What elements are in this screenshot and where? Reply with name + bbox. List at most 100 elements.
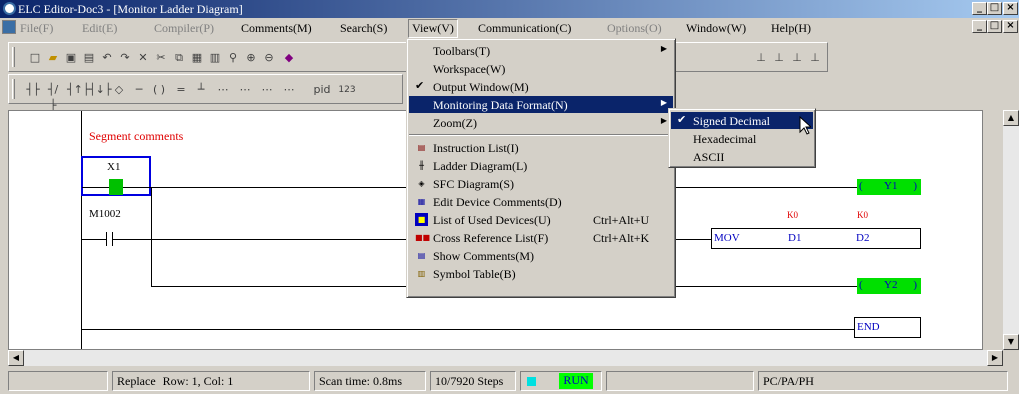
toolbar-grip[interactable] [12,47,15,67]
menu-item-cross-reference-list[interactable]: ■■ Cross Reference List(F) Ctrl+Alt+K [409,229,673,246]
menu-item-signed-decimal[interactable]: ✔ Signed Decimal [671,112,813,129]
scroll-left-icon[interactable]: ◀ [8,350,24,366]
coil-y2-close: ) [913,279,917,291]
f1-contact-icon[interactable]: ┤├ [25,82,41,98]
scroll-down-icon[interactable]: ▼ [1003,334,1019,350]
menu-item-instruction-list[interactable]: ▤ Instruction List(I) [409,139,673,156]
cut-icon[interactable]: ✂ [153,50,169,66]
help-book-icon[interactable]: ◆ [281,50,297,66]
delete-icon[interactable]: ✕ [135,50,151,66]
menu-item-ladder-diagram[interactable]: ╫ Ladder Diagram(L) [409,157,673,174]
status-run-pane: RUN [520,371,602,391]
left-power-rail [81,111,82,349]
toolbar-grip-2[interactable] [12,79,15,99]
segment-comment: Segment comments [89,129,184,143]
ladder-tool-icon-2[interactable]: ⊥ [771,50,787,66]
menu-edit[interactable]: Edit(E) [82,21,117,36]
ladder-diagram-icon: ╫ [419,161,424,170]
minimize-button[interactable]: _ [972,2,987,15]
scroll-right-icon[interactable]: ▶ [987,350,1003,366]
copy-icon[interactable]: ⧉ [171,50,187,66]
status-blank [8,371,108,391]
coil-y1[interactable]: ( Y1 ) [857,179,921,195]
f4-contact-icon[interactable]: ┤↓├ [89,82,111,98]
menu-item-cross-reference-list-label: Cross Reference List(F) [433,231,549,245]
menu-communication[interactable]: Communication(C) [478,21,571,36]
close-button[interactable]: × [1003,2,1018,15]
status-bar: Replace Row: 1, Col: 1 Scan time: 0.8ms … [0,368,1019,394]
mdi-close-button[interactable]: × [1003,20,1018,33]
shortcut-ctrl-alt-u: Ctrl+Alt+U [593,213,650,227]
run-badge: RUN [559,373,593,389]
menu-help[interactable]: Help(H) [771,21,811,36]
menu-item-output-window[interactable]: ✔ Output Window(M) [409,78,673,95]
menu-item-sfc-diagram[interactable]: ◈ SFC Diagram(S) [409,175,673,192]
document-icon[interactable] [2,20,16,34]
redo-icon[interactable]: ↷ [117,50,133,66]
menu-file[interactable]: File(F) [20,21,53,36]
menu-item-edit-device-comments[interactable]: ▦ Edit Device Comments(D) [409,193,673,210]
menu-options[interactable]: Options(O) [607,21,662,36]
f6-contact-icon[interactable]: ─ [131,82,147,98]
new-file-icon[interactable]: □ [27,50,43,66]
f11-icon[interactable]: ⋯ [215,82,231,98]
menu-item-show-comments[interactable]: ▤ Show Comments(M) [409,247,673,264]
zoom-out-icon[interactable]: ⊖ [261,50,277,66]
find-icon[interactable]: ⚲ [225,50,241,66]
menu-item-zoom[interactable]: Zoom(Z) ▶ [409,114,673,131]
k0-label-b: K0 [857,210,868,220]
menu-item-toolbars[interactable]: Toolbars(T) ▶ [409,42,673,59]
app-icon[interactable] [3,2,16,15]
end-instruction-box[interactable]: END [854,317,921,338]
menu-item-ascii[interactable]: ASCII [671,148,813,165]
f2-contact-icon[interactable]: ┤/├ [45,82,61,112]
menu-item-hexadecimal[interactable]: Hexadecimal [671,130,813,147]
undo-icon[interactable]: ↶ [99,50,115,66]
menu-separator [409,134,673,136]
save-icon[interactable]: ▣ [63,50,79,66]
paste-special-icon[interactable]: ▥ [207,50,223,66]
ladder-tool-icon-4[interactable]: ⊥ [807,50,823,66]
menu-compiler[interactable]: Compiler(P) [154,21,214,36]
menu-item-workspace[interactable]: Workspace(W) [409,60,673,77]
comm-indicator-icon [527,377,536,386]
pid-button[interactable]: pid [307,82,337,98]
menu-item-monitoring-data-format[interactable]: Monitoring Data Format(N) ▶ [409,96,673,113]
print-icon[interactable]: ▤ [81,50,97,66]
open-file-icon[interactable]: ▰ [45,50,61,66]
number-button[interactable]: 123 [337,82,357,98]
mdi-restore-button[interactable]: □ [987,20,1002,33]
vertical-scrollbar[interactable]: ▲ ▼ [1003,110,1019,350]
cross-reference-icon: ■■ [415,233,431,242]
ladder-tool-icon-3[interactable]: ⊥ [789,50,805,66]
f5-contact-icon[interactable]: ◇ [111,82,127,98]
ladder-del-icon[interactable]: ⋯ [281,82,297,98]
mdi-minimize-button[interactable]: _ [972,20,987,33]
menu-item-list-of-used-devices[interactable]: ■ List of Used Devices(U) Ctrl+Alt+U [409,211,673,228]
rung-2-wire-a [82,239,106,240]
ladder-tool-icon-1[interactable]: ⊥ [753,50,769,66]
zoom-in-icon[interactable]: ⊕ [243,50,259,66]
mov-instruction-box[interactable]: MOV D1 D2 [711,228,921,249]
f7-coil-icon[interactable]: ( ) [151,82,167,98]
menu-search[interactable]: Search(S) [340,21,387,36]
menu-item-workspace-label: Workspace(W) [433,62,506,76]
menu-item-ascii-label: ASCII [693,150,725,164]
contact-x1-active[interactable] [109,179,123,195]
menu-view[interactable]: View(V) [408,19,458,38]
restore-button[interactable]: □ [987,2,1002,15]
horizontal-scrollbar[interactable]: ◀ ▶ [8,350,1003,366]
menu-window[interactable]: Window(W) [686,21,746,36]
f12-icon[interactable]: ⋯ [237,82,253,98]
rung-1-wire-a [82,187,109,188]
f8-coil-icon[interactable]: = [173,82,189,98]
coil-y2[interactable]: ( Y2 ) [857,278,921,294]
scroll-up-icon[interactable]: ▲ [1003,110,1019,126]
ladder-edit-icon[interactable]: ⋯ [259,82,275,98]
f3-contact-icon[interactable]: ┤↑├ [67,82,89,98]
menu-comments[interactable]: Comments(M) [241,21,312,36]
paste-icon[interactable]: ▦ [189,50,205,66]
menu-item-symbol-table[interactable]: ▥ Symbol Table(B) [409,265,673,282]
f9-vertical-icon[interactable]: ┴ [193,82,209,98]
contact-x1-label: X1 [107,161,121,173]
